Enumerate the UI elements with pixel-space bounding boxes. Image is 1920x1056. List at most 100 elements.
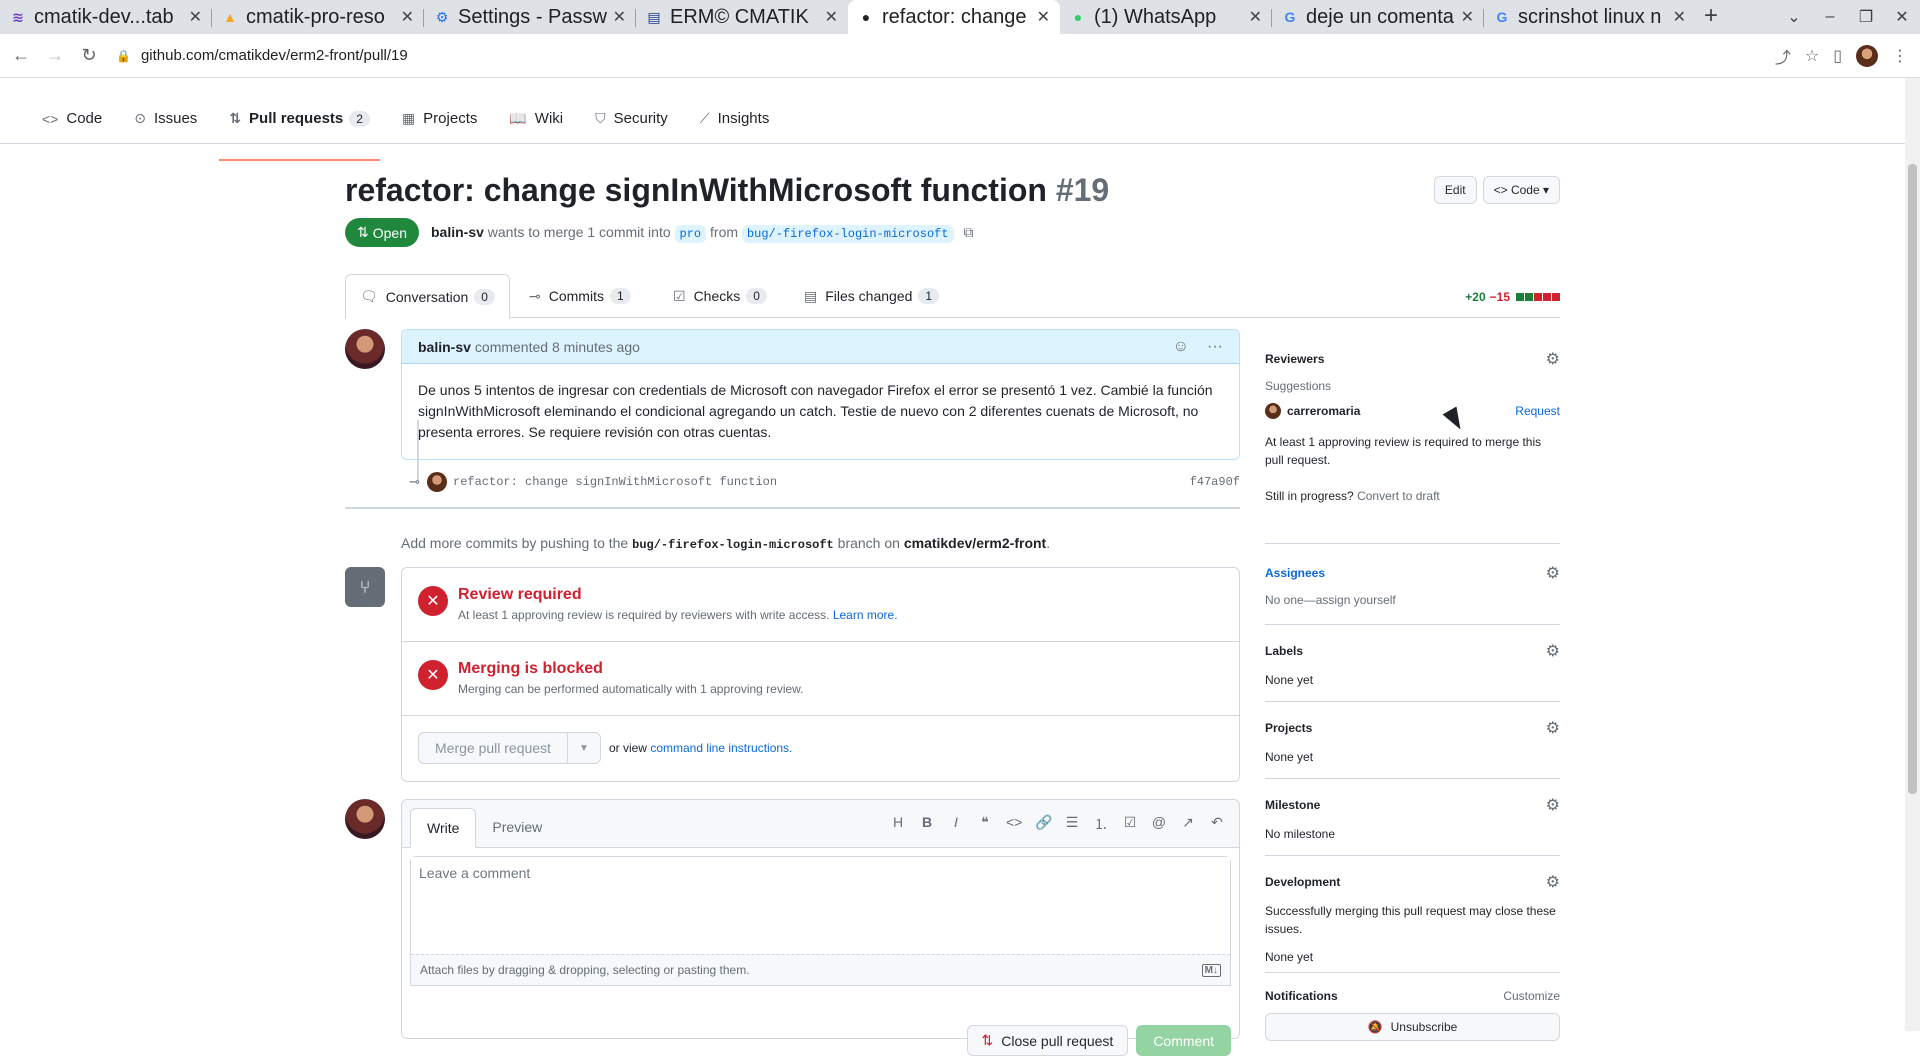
chevron-down-icon[interactable]: ▼: [568, 733, 600, 763]
close-icon[interactable]: ✕: [1461, 7, 1474, 27]
avatar[interactable]: [427, 472, 447, 492]
assignees-title[interactable]: Assignees: [1265, 566, 1325, 580]
heading-icon[interactable]: H: [890, 814, 906, 834]
browser-tab[interactable]: ▤ ERM© CMATIK ✕: [636, 0, 848, 34]
close-icon[interactable]: ✕: [1249, 7, 1262, 27]
comment-time[interactable]: commented 8 minutes ago: [475, 339, 640, 355]
gear-icon[interactable]: ⚙: [1546, 349, 1560, 369]
kebab-icon[interactable]: ···: [1207, 338, 1223, 356]
forward-icon[interactable]: →: [42, 45, 68, 66]
close-icon[interactable]: ✕: [825, 7, 838, 27]
comment-textarea[interactable]: [411, 857, 1230, 955]
bold-icon[interactable]: B: [919, 814, 935, 834]
browser-tab-active[interactable]: ● refactor: change ✕: [848, 0, 1060, 34]
quote-icon[interactable]: ❝: [977, 814, 993, 834]
code-icon[interactable]: <>: [1006, 814, 1022, 834]
cli-instructions-link[interactable]: command line instructions.: [650, 741, 792, 755]
repo-nav-wiki[interactable]: 📖 Wiki: [499, 110, 573, 143]
gear-icon[interactable]: ⚙: [1546, 641, 1560, 661]
repo-nav-projects[interactable]: ▦ Projects: [392, 110, 487, 143]
profile-avatar[interactable]: [1856, 45, 1878, 67]
reviewer-name[interactable]: carreromaria: [1287, 404, 1360, 418]
avatar[interactable]: [345, 799, 385, 839]
cross-reference-icon[interactable]: ↗: [1180, 814, 1196, 834]
tab-commits[interactable]: ⊸ Commits 1: [515, 274, 645, 318]
convert-to-draft-link[interactable]: Convert to draft: [1357, 489, 1440, 503]
tab-write[interactable]: Write: [410, 808, 477, 848]
tab-files-changed[interactable]: ▤ Files changed 1: [790, 274, 953, 318]
reviewers-title[interactable]: Reviewers: [1265, 352, 1324, 366]
scrollbar-thumb[interactable]: [1908, 164, 1917, 794]
task-list-icon[interactable]: ☑: [1122, 814, 1138, 834]
repo-nav-code[interactable]: <> Code: [32, 110, 112, 143]
unsubscribe-button[interactable]: 🔕 Unsubscribe: [1265, 1013, 1560, 1041]
browser-tab[interactable]: ● (1) WhatsApp ✕: [1060, 0, 1272, 34]
base-branch[interactable]: pro: [674, 225, 707, 243]
repo-nav-pull-requests[interactable]: ⇅ Pull requests 2: [219, 110, 380, 161]
reload-icon[interactable]: ↻: [76, 45, 102, 66]
url-field[interactable]: 🔒 github.com/cmatikdev/erm2-front/pull/1…: [116, 39, 1746, 72]
bulleted-list-icon[interactable]: ☰: [1064, 814, 1080, 834]
request-review-button[interactable]: Request: [1515, 404, 1560, 418]
tab-conversation[interactable]: 🗨 Conversation 0: [345, 274, 510, 319]
close-icon[interactable]: ✕: [1673, 7, 1686, 27]
tab-preview[interactable]: Preview: [476, 807, 558, 847]
code-dropdown-button[interactable]: <> Code ▾: [1482, 176, 1560, 204]
menu-dots-icon[interactable]: ⋮: [1892, 46, 1908, 66]
attach-files-area[interactable]: Attach files by dragging & dropping, sel…: [411, 954, 1230, 985]
milestone-title[interactable]: Milestone: [1265, 798, 1320, 812]
labels-title[interactable]: Labels: [1265, 644, 1303, 658]
close-window-icon[interactable]: ✕: [1884, 7, 1920, 27]
head-branch[interactable]: bug/-firefox-login-microsoft: [741, 225, 954, 243]
numbered-list-icon[interactable]: ⒈: [1093, 814, 1109, 834]
tab-checks[interactable]: ☑ Checks 0: [659, 274, 781, 318]
repo-nav-insights[interactable]: ⟋ Insights: [690, 110, 780, 143]
gear-icon[interactable]: ⚙: [1546, 795, 1560, 815]
hint-repo[interactable]: cmatikdev/erm2-front: [904, 535, 1046, 551]
comment-button[interactable]: Comment: [1136, 1025, 1231, 1056]
avatar[interactable]: [345, 329, 385, 369]
gear-icon[interactable]: ⚙: [1546, 872, 1560, 892]
new-tab-icon[interactable]: +: [1696, 0, 1726, 34]
markdown-icon[interactable]: M↓: [1201, 963, 1221, 977]
browser-tab[interactable]: Gdeje un comenta ✕: [1272, 0, 1484, 34]
development-title[interactable]: Development: [1265, 875, 1340, 889]
back-icon[interactable]: ←: [8, 45, 34, 66]
smiley-icon[interactable]: ☺: [1173, 338, 1189, 356]
close-icon[interactable]: ✕: [189, 7, 202, 27]
merge-pull-request-button[interactable]: Merge pull request: [419, 733, 568, 763]
minimize-icon[interactable]: –: [1812, 8, 1848, 26]
browser-tab[interactable]: ≋ cmatik-dev...tab ✕: [0, 0, 212, 34]
browser-tab[interactable]: ▲ cmatik-pro-reso ✕: [212, 0, 424, 34]
commit-message[interactable]: refactor: change signInWithMicrosoft fun…: [453, 475, 777, 489]
close-icon[interactable]: ✕: [613, 7, 626, 27]
customize-link[interactable]: Customize: [1503, 989, 1560, 1003]
chevron-down-icon[interactable]: ⌄: [1776, 7, 1812, 27]
side-panel-icon[interactable]: ▯: [1833, 46, 1842, 66]
copy-icon[interactable]: ⧉: [963, 224, 973, 240]
gear-icon[interactable]: ⚙: [1546, 718, 1560, 738]
maximize-icon[interactable]: ❐: [1848, 7, 1884, 27]
share-icon[interactable]: ⤴: [1775, 44, 1791, 68]
edit-button[interactable]: Edit: [1433, 176, 1477, 204]
comment-author[interactable]: balin-sv: [418, 339, 471, 355]
gear-icon[interactable]: ⚙: [1546, 563, 1560, 583]
close-icon[interactable]: ✕: [401, 7, 414, 27]
learn-more-link[interactable]: Learn more.: [833, 608, 898, 622]
scrollbar[interactable]: [1905, 78, 1920, 1031]
undo-icon[interactable]: ↶: [1209, 814, 1225, 834]
close-pull-request-button[interactable]: ⇅ Close pull request: [966, 1025, 1129, 1056]
browser-tab[interactable]: Gscrinshot linux n ✕: [1484, 0, 1696, 34]
close-icon[interactable]: ✕: [1037, 7, 1050, 27]
diffstat[interactable]: +20 −15: [1465, 290, 1560, 304]
repo-nav-security[interactable]: ⛉ Security: [585, 110, 678, 143]
mention-icon[interactable]: @: [1151, 814, 1167, 834]
projects-title[interactable]: Projects: [1265, 721, 1312, 735]
italic-icon[interactable]: I: [948, 814, 964, 834]
commit-sha[interactable]: f47a90f: [1190, 475, 1240, 489]
assign-yourself-link[interactable]: assign yourself: [1316, 593, 1396, 607]
link-icon[interactable]: 🔗: [1035, 814, 1052, 834]
repo-nav-issues[interactable]: ⊙ Issues: [124, 110, 207, 143]
star-icon[interactable]: ☆: [1805, 46, 1819, 66]
browser-tab[interactable]: ⚙ Settings - Passw ✕: [424, 0, 636, 34]
